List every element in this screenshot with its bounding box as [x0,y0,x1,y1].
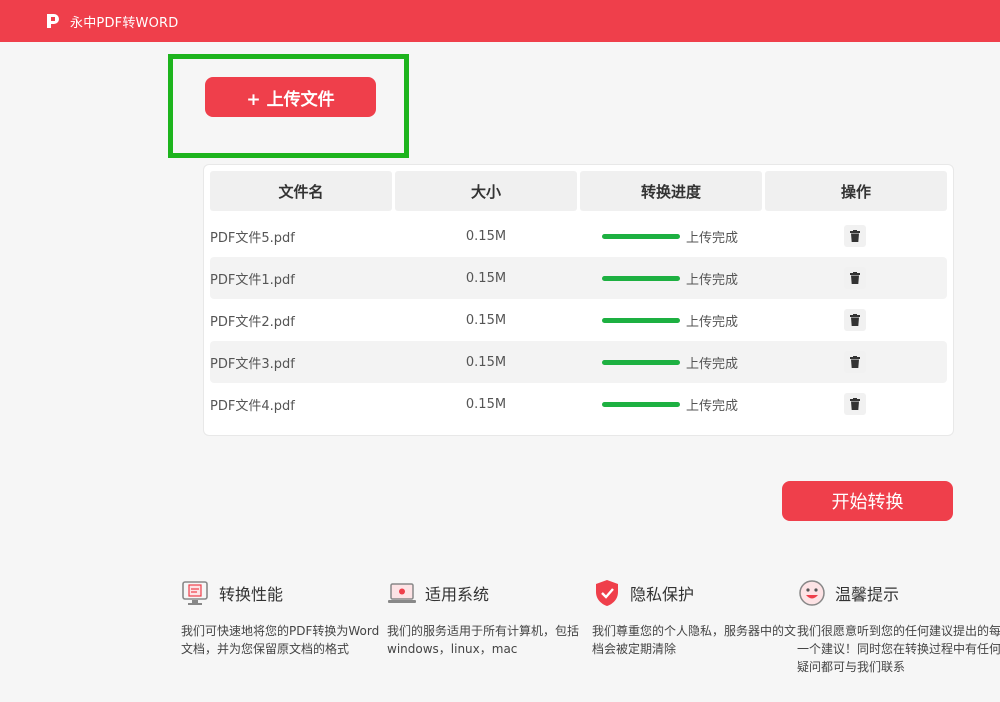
status-text: 上传完成 [685,314,738,330]
trash-icon [849,272,860,284]
file-name: PDF文件1.pdf [210,272,295,288]
file-size: 0.15M [465,396,507,412]
monitor-doc-icon [182,581,208,605]
feature-title: 温馨提示 [835,585,900,604]
actions-cell [762,341,947,383]
table-row: PDF文件5.pdf 0.15M 上传完成 [210,215,947,257]
feature-title: 隐私保护 [630,585,695,604]
delete-button[interactable] [843,225,866,247]
app-logo-icon [44,12,62,30]
feature-desc: 我们尊重您的个人隐私，服务器中的文档会被定期清除 [592,624,797,656]
delete-button[interactable] [843,267,866,289]
delete-button[interactable] [843,309,866,331]
file-name: PDF文件4.pdf [210,398,295,414]
trash-icon [849,356,860,368]
app-title: 永中PDF转WORD [70,15,179,31]
smile-icon [799,580,825,606]
file-size: 0.15M [465,228,507,244]
feature-performance: 转换性能 我们可快速地将您的PDF转换为Word文档，并为您保留原文档的格式 [181,576,386,658]
trash-icon [849,230,860,242]
delete-button[interactable] [843,393,866,415]
delete-button[interactable] [843,351,866,373]
status-text: 上传完成 [685,356,738,372]
shield-icon [596,580,618,606]
actions-cell [762,257,947,299]
feature-title: 适用系统 [425,585,490,604]
file-size: 0.15M [465,354,507,370]
feature-desc: 我们的服务适用于所有计算机，包括windows，linux，mac [387,624,580,656]
progress-bar [601,401,680,407]
progress-cell: 上传完成 [578,299,762,341]
feature-desc: 我们可快速地将您的PDF转换为Word文档，并为您保留原文档的格式 [181,624,380,656]
column-header-size: 大小 [395,171,577,211]
feature-privacy: 隐私保护 我们尊重您的个人隐私，服务器中的文档会被定期清除 [592,576,797,658]
file-table: 文件名 大小 转换进度 操作 PDF文件5.pdf 0.15M 上传完成 PDF… [203,164,954,436]
feature-title: 转换性能 [219,585,284,604]
file-name: PDF文件5.pdf [210,230,295,246]
progress-bar [601,275,680,281]
column-header-actions: 操作 [765,171,947,211]
feature-systems: 适用系统 我们的服务适用于所有计算机，包括windows，linux，mac [387,576,592,658]
file-name: PDF文件2.pdf [210,314,295,330]
progress-cell: 上传完成 [578,341,762,383]
status-text: 上传完成 [685,272,738,288]
actions-cell [762,299,947,341]
file-name: PDF文件3.pdf [210,356,295,372]
table-row: PDF文件4.pdf 0.15M 上传完成 [210,383,947,425]
status-text: 上传完成 [685,398,738,414]
table-body: PDF文件5.pdf 0.15M 上传完成 PDF文件1.pdf 0.15M 上… [210,215,947,425]
column-header-filename: 文件名 [210,171,392,211]
feature-desc: 我们很愿意听到您的任何建议提出的每一个建议！同时您在转换过程中有任何疑问都可与我… [797,624,1000,674]
column-header-progress: 转换进度 [580,171,762,211]
table-row: PDF文件3.pdf 0.15M 上传完成 [210,341,947,383]
status-text: 上传完成 [685,230,738,246]
actions-cell [762,383,947,425]
table-row: PDF文件1.pdf 0.15M 上传完成 [210,257,947,299]
progress-cell: 上传完成 [578,215,762,257]
progress-bar [601,359,680,365]
file-size: 0.15M [465,312,507,328]
table-header: 文件名 大小 转换进度 操作 [210,171,947,211]
table-row: PDF文件2.pdf 0.15M 上传完成 [210,299,947,341]
progress-bar [601,317,680,323]
upload-file-button[interactable]: + 上传文件 [205,77,376,117]
start-convert-button[interactable]: 开始转换 [782,481,953,521]
trash-icon [849,314,860,326]
progress-bar [601,233,680,239]
trash-icon [849,398,860,410]
progress-cell: 上传完成 [578,383,762,425]
progress-cell: 上传完成 [578,257,762,299]
feature-tips: 温馨提示 我们很愿意听到您的任何建议提出的每一个建议！同时您在转换过程中有任何疑… [797,576,1000,676]
laptop-icon [388,583,416,603]
actions-cell [762,215,947,257]
file-size: 0.15M [465,270,507,286]
top-bar: 永中PDF转WORD [0,0,1000,42]
